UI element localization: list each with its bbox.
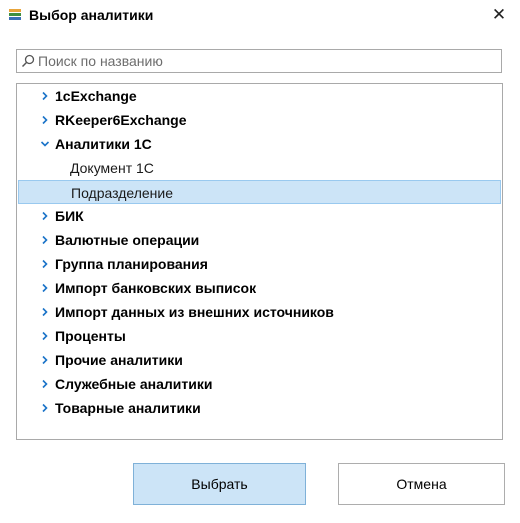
- tree-subitem-label: Документ 1С: [70, 160, 154, 176]
- search-input[interactable]: [38, 51, 493, 71]
- chevron-right-icon[interactable]: [40, 379, 50, 389]
- tree-item[interactable]: Товарные аналитики: [18, 396, 501, 420]
- tree-item[interactable]: БИК: [18, 204, 501, 228]
- chevron-right-icon[interactable]: [40, 331, 50, 341]
- tree-item-label: Товарные аналитики: [55, 400, 201, 416]
- tree-item-label: Служебные аналитики: [55, 376, 213, 392]
- chevron-right-icon[interactable]: [40, 259, 50, 269]
- chevron-right-icon[interactable]: [40, 115, 50, 125]
- title-bar: Выбор аналитики ✕: [0, 0, 520, 32]
- search-box[interactable]: [16, 49, 502, 73]
- tree-item-label: Группа планирования: [55, 256, 208, 272]
- tree-item-label: RKeeper6Exchange: [55, 112, 187, 128]
- chevron-right-icon[interactable]: [40, 91, 50, 101]
- tree-item-label: Валютные операции: [55, 232, 200, 248]
- chevron-down-icon[interactable]: [40, 139, 50, 149]
- analytics-tree[interactable]: 1cExchange RKeeper6Exchange Аналитики 1С До…: [16, 83, 503, 440]
- chevron-right-icon[interactable]: [40, 283, 50, 293]
- tree-item[interactable]: Проценты: [18, 324, 501, 348]
- tree-subitem[interactable]: Документ 1С: [18, 156, 501, 180]
- tree-item-label: Прочие аналитики: [55, 352, 183, 368]
- tree-item[interactable]: Прочие аналитики: [18, 348, 501, 372]
- chevron-right-icon[interactable]: [40, 355, 50, 365]
- window-title: Выбор аналитики: [29, 7, 154, 23]
- tree-item-label: Импорт банковских выписок: [55, 280, 257, 296]
- tree-item[interactable]: Валютные операции: [18, 228, 501, 252]
- chevron-right-icon[interactable]: [40, 307, 50, 317]
- tree-item[interactable]: Импорт банковских выписок: [18, 276, 501, 300]
- tree-item-label: Аналитики 1С: [55, 136, 152, 152]
- tree-item-label: БИК: [55, 208, 84, 224]
- close-button[interactable]: ✕: [488, 4, 510, 26]
- select-button[interactable]: Выбрать: [133, 463, 306, 505]
- tree-subitem[interactable]: Подразделение: [18, 180, 501, 204]
- chevron-right-icon[interactable]: [40, 211, 50, 221]
- tree-subitem-label: Подразделение: [71, 185, 174, 201]
- search-icon: [21, 54, 35, 68]
- tree-item[interactable]: Группа планирования: [18, 252, 501, 276]
- app-icon: [9, 9, 21, 20]
- tree-item[interactable]: Аналитики 1С: [18, 132, 501, 156]
- tree-item-label: 1cExchange: [55, 88, 137, 104]
- tree-item[interactable]: RKeeper6Exchange: [18, 108, 501, 132]
- cancel-button[interactable]: Отмена: [338, 463, 505, 505]
- tree-item-label: Импорт данных из внешних источников: [55, 304, 334, 320]
- tree-item-label: Проценты: [55, 328, 126, 344]
- chevron-right-icon[interactable]: [40, 235, 50, 245]
- tree-item[interactable]: Импорт данных из внешних источников: [18, 300, 501, 324]
- chevron-right-icon[interactable]: [40, 403, 50, 413]
- tree-item[interactable]: Служебные аналитики: [18, 372, 501, 396]
- tree-item[interactable]: 1cExchange: [18, 84, 501, 108]
